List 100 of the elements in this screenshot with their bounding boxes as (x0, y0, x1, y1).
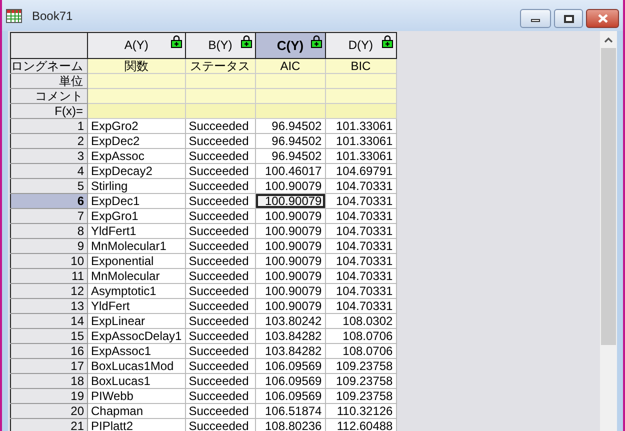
table-cell[interactable]: 104.70331 (325, 208, 396, 224)
table-cell[interactable]: YldFert (88, 298, 186, 314)
column-header[interactable]: B(Y) (185, 32, 256, 58)
table-cell[interactable]: Succeeded (185, 328, 256, 344)
table-cell[interactable]: 100.90079 (255, 194, 326, 208)
table-cell[interactable]: ExpAssoc (88, 148, 186, 164)
row-number[interactable]: 21 (10, 418, 88, 431)
table-cell[interactable]: Succeeded (185, 388, 256, 404)
table-cell[interactable]: 101.33061 (325, 118, 396, 134)
table-cell[interactable]: BoxLucas1Mod (88, 358, 186, 374)
table-cell[interactable]: 100.46017 (255, 164, 326, 178)
maximize-button[interactable] (554, 9, 583, 28)
label-cell[interactable] (325, 104, 396, 118)
table-cell[interactable]: Succeeded (185, 208, 256, 224)
label-cell[interactable] (255, 88, 326, 104)
row-number[interactable]: 3 (10, 148, 88, 164)
label-cell[interactable] (88, 74, 186, 88)
table-cell[interactable]: 100.90079 (255, 268, 326, 284)
table-cell[interactable]: Succeeded (185, 418, 256, 431)
label-cell[interactable] (88, 104, 186, 118)
table-cell[interactable]: 96.94502 (255, 118, 326, 134)
table-cell[interactable]: 100.90079 (255, 284, 326, 298)
table-cell[interactable]: 104.70331 (325, 284, 396, 298)
table-cell[interactable]: ExpAssoc1 (88, 344, 186, 358)
table-cell[interactable]: Succeeded (185, 194, 256, 208)
label-cell[interactable] (185, 74, 256, 88)
table-cell[interactable]: ExpDec2 (88, 134, 186, 148)
table-cell[interactable]: PIWebb (88, 388, 186, 404)
table-cell[interactable]: Asymptotic1 (88, 284, 186, 298)
label-cell[interactable] (325, 74, 396, 88)
corner-cell[interactable] (10, 32, 88, 58)
table-cell[interactable]: ExpAssocDelay1 (88, 328, 186, 344)
table-cell[interactable]: 104.70331 (325, 238, 396, 254)
table-cell[interactable]: Succeeded (185, 374, 256, 388)
row-number[interactable]: 17 (10, 358, 88, 374)
table-cell[interactable]: 104.70331 (325, 254, 396, 268)
column-header[interactable]: A(Y) (88, 32, 186, 58)
table-cell[interactable]: Succeeded (185, 268, 256, 284)
row-number[interactable]: 16 (10, 344, 88, 358)
row-number[interactable]: 14 (10, 314, 88, 328)
table-cell[interactable]: 108.0706 (325, 344, 396, 358)
row-number[interactable]: 7 (10, 208, 88, 224)
table-cell[interactable]: 108.80236 (255, 418, 326, 431)
table-cell[interactable]: 104.70331 (325, 298, 396, 314)
table-cell[interactable]: Succeeded (185, 254, 256, 268)
label-cell[interactable]: AIC (255, 58, 326, 74)
row-number[interactable]: 6 (10, 194, 88, 208)
label-cell[interactable]: ステータス (185, 58, 256, 74)
column-header[interactable]: D(Y) (325, 32, 396, 58)
table-cell[interactable]: 100.90079 (255, 224, 326, 238)
table-cell[interactable]: 100.90079 (255, 298, 326, 314)
row-number[interactable]: 9 (10, 238, 88, 254)
label-cell[interactable] (185, 88, 256, 104)
table-cell[interactable]: 104.70331 (325, 178, 396, 194)
table-cell[interactable]: Succeeded (185, 148, 256, 164)
row-number[interactable]: 11 (10, 268, 88, 284)
label-cell[interactable] (255, 104, 326, 118)
table-cell[interactable]: 100.90079 (255, 238, 326, 254)
row-number[interactable]: 10 (10, 254, 88, 268)
label-cell[interactable] (255, 74, 326, 88)
table-cell[interactable]: 96.94502 (255, 134, 326, 148)
table-cell[interactable]: 103.80242 (255, 314, 326, 328)
scrollbar-thumb[interactable] (601, 48, 616, 345)
row-number[interactable]: 4 (10, 164, 88, 178)
table-cell[interactable]: 106.09569 (255, 358, 326, 374)
table-cell[interactable]: Succeeded (185, 358, 256, 374)
table-cell[interactable]: 109.23758 (325, 358, 396, 374)
table-cell[interactable]: Stirling (88, 178, 186, 194)
table-cell[interactable]: 106.51874 (255, 404, 326, 418)
table-cell[interactable]: 100.90079 (255, 208, 326, 224)
table-cell[interactable]: 100.90079 (255, 178, 326, 194)
label-cell[interactable]: BIC (325, 58, 396, 74)
table-cell[interactable]: 106.09569 (255, 374, 326, 388)
label-cell[interactable] (185, 104, 256, 118)
table-cell[interactable]: 96.94502 (255, 148, 326, 164)
label-cell[interactable]: 関数 (88, 58, 186, 74)
table-cell[interactable]: Succeeded (185, 238, 256, 254)
minimize-button[interactable] (520, 9, 551, 28)
table-cell[interactable]: 104.69791 (325, 164, 396, 178)
table-cell[interactable]: 100.90079 (255, 254, 326, 268)
table-cell[interactable]: Succeeded (185, 344, 256, 358)
table-cell[interactable]: 109.23758 (325, 374, 396, 388)
table-cell[interactable]: Succeeded (185, 134, 256, 148)
table-cell[interactable]: Succeeded (185, 118, 256, 134)
table-cell[interactable]: 106.09569 (255, 388, 326, 404)
table-cell[interactable]: Succeeded (185, 164, 256, 178)
table-cell[interactable]: Succeeded (185, 298, 256, 314)
close-button[interactable] (586, 9, 619, 28)
row-number[interactable]: 8 (10, 224, 88, 238)
table-cell[interactable]: ExpDecay2 (88, 164, 186, 178)
table-cell[interactable]: Succeeded (185, 404, 256, 418)
table-cell[interactable]: PIPlatt2 (88, 418, 186, 431)
row-number[interactable]: 2 (10, 134, 88, 148)
table-cell[interactable]: ExpDec1 (88, 194, 186, 208)
table-cell[interactable]: YldFert1 (88, 224, 186, 238)
table-cell[interactable]: Succeeded (185, 284, 256, 298)
row-number[interactable]: 20 (10, 404, 88, 418)
table-cell[interactable]: 108.0302 (325, 314, 396, 328)
table-cell[interactable]: 103.84282 (255, 328, 326, 344)
table-cell[interactable]: Succeeded (185, 314, 256, 328)
